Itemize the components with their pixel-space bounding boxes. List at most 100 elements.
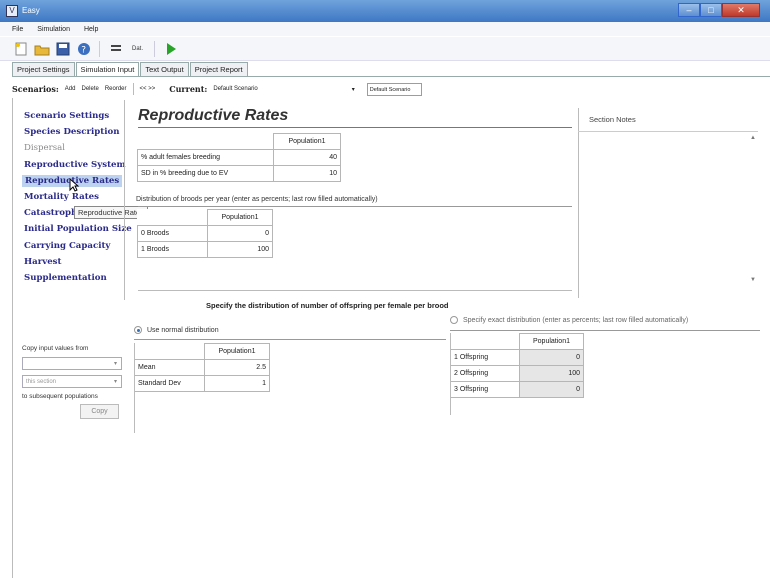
reorder-scenario-link[interactable]: Reorder (105, 86, 127, 92)
breeding-grid: Population1 % adult females breeding 40 … (137, 133, 341, 182)
table-row: 1 Broods 100 (137, 241, 273, 258)
row-label: 1 Broods (137, 241, 208, 258)
nav-species-description[interactable]: Species Description (24, 126, 132, 142)
row-label: 0 Broods (137, 225, 208, 242)
exact-left-border (450, 333, 451, 415)
window-title: Easy (22, 6, 40, 15)
scenario-bar: Scenarios: Add Delete Reorder << >> Curr… (12, 80, 770, 98)
run-icon[interactable] (162, 40, 179, 57)
broods-caption: Distribution of broods per year (enter a… (136, 196, 378, 203)
scroll-up-icon[interactable]: ▲ (750, 135, 756, 141)
close-button[interactable]: ✕ (722, 3, 760, 17)
grid-header: Population1 (519, 333, 584, 350)
scenario-nav-arrows[interactable]: << >> (140, 86, 156, 92)
row-label: SD in % breeding due to EV (137, 165, 274, 182)
nav-carrying-capacity[interactable]: Carrying Capacity (24, 240, 132, 256)
delete-scenario-link[interactable]: Delete (81, 86, 98, 92)
current-label: Current: (169, 84, 208, 94)
table-row: 3 Offspring 0 (450, 381, 584, 398)
tab-project-settings[interactable]: Project Settings (12, 62, 75, 76)
toolbar: ? Dat. (0, 37, 770, 61)
page-title: Reproductive Rates (138, 107, 289, 124)
grid-cell[interactable]: 1 (204, 375, 270, 392)
nav-initial-population-size[interactable]: Initial Population Size (24, 223, 132, 239)
nav-divider (124, 100, 125, 300)
exact-distribution-label: Specify exact distribution (enter as per… (463, 316, 689, 324)
row-label: Mean (134, 359, 205, 376)
maximize-button[interactable]: □ (700, 3, 722, 17)
grid-corner (137, 133, 274, 150)
table-row: 2 Offspring 100 (450, 365, 584, 382)
menu-help[interactable]: Help (84, 26, 98, 33)
copy-button[interactable]: Copy (80, 404, 119, 419)
add-scenario-link[interactable]: Add (65, 86, 76, 92)
table-row: Standard Dev 1 (134, 375, 270, 392)
normal-grid: Population1 Mean 2.5 Standard Dev 1 (134, 343, 270, 392)
save-icon[interactable] (54, 40, 71, 57)
grid-cell: 100 (519, 365, 584, 382)
new-file-icon[interactable] (12, 40, 29, 57)
menu-bar: File Simulation Help (0, 22, 770, 36)
section-notes-label: Section Notes (589, 115, 636, 124)
grid-header: Population1 (273, 133, 341, 150)
scroll-down-icon[interactable]: ▼ (750, 277, 756, 283)
toolbar-separator (99, 40, 100, 57)
broods-bottom-line (138, 290, 572, 291)
menu-simulation[interactable]: Simulation (37, 26, 70, 33)
table-row: 1 Offspring 0 (450, 349, 584, 366)
nav-reproductive-system[interactable]: Reproductive System (24, 159, 132, 175)
normal-left-border (134, 343, 135, 433)
nav-supplementation[interactable]: Supplementation (24, 272, 132, 288)
left-border (12, 98, 13, 578)
tab-simulation-input[interactable]: Simulation Input (75, 62, 140, 77)
exact-grid: Population1 1 Offspring 0 2 Offspring 10… (450, 333, 584, 398)
grid-cell[interactable]: 0 (207, 225, 273, 242)
open-folder-icon[interactable] (33, 40, 50, 57)
data-icon[interactable] (107, 40, 124, 57)
nav-harvest[interactable]: Harvest (24, 256, 132, 272)
grid-cell: 0 (519, 381, 584, 398)
row-label: 3 Offspring (450, 381, 520, 398)
nav-scenario-settings[interactable]: Scenario Settings (24, 110, 132, 126)
grid-corner (450, 333, 520, 350)
grid-cell[interactable]: 10 (273, 165, 341, 182)
grid-cell[interactable]: 40 (273, 149, 341, 166)
tab-strip: Project Settings Simulation Input Text O… (12, 62, 249, 77)
chevron-down-icon[interactable]: ▾ (352, 86, 355, 93)
radio-unselected-icon[interactable] (450, 316, 458, 324)
exact-distribution-radio[interactable]: Specify exact distribution (enter as per… (450, 316, 688, 324)
grid-cell: 0 (519, 349, 584, 366)
normal-distribution-radio[interactable]: Use normal distribution (134, 326, 219, 334)
table-row: % adult females breeding 40 (137, 149, 341, 166)
chevron-down-icon: ▾ (113, 361, 117, 367)
copy-label: Copy input values from (22, 345, 89, 352)
row-label: % adult females breeding (137, 149, 274, 166)
nav-dispersal: Dispersal (24, 143, 66, 154)
app-icon: V (6, 5, 18, 17)
menu-file[interactable]: File (12, 26, 23, 33)
help-icon[interactable]: ? (75, 40, 92, 57)
copy-source-select[interactable]: ▾ (22, 357, 122, 370)
chevron-down-icon: ▾ (113, 379, 117, 385)
minimize-button[interactable]: – (678, 3, 700, 17)
table-row: Mean 2.5 (134, 359, 270, 376)
radio-selected-icon[interactable] (134, 326, 142, 334)
normal-line (134, 339, 446, 340)
section-nav: Scenario Settings Species Description Di… (22, 110, 132, 288)
row-label: Standard Dev (134, 375, 205, 392)
grid-cell[interactable]: 100 (207, 241, 273, 258)
data-label[interactable]: Dat. (128, 46, 147, 52)
scenario-select[interactable]: Default Scenario (366, 82, 422, 96)
grid-header: Population1 (204, 343, 270, 360)
copy-section-select[interactable]: this section ▾ (22, 375, 122, 388)
scenario-separator (132, 83, 134, 95)
title-bar: V Easy – □ ✕ (0, 0, 770, 22)
title-underline (138, 127, 572, 128)
grid-cell[interactable]: 2.5 (204, 359, 270, 376)
notes-header-line (578, 131, 758, 132)
tab-text-output[interactable]: Text Output (140, 62, 189, 76)
broods-line (138, 206, 572, 207)
notes-divider (578, 108, 579, 298)
toolbar-separator (154, 40, 156, 57)
tab-project-report[interactable]: Project Report (189, 62, 248, 76)
